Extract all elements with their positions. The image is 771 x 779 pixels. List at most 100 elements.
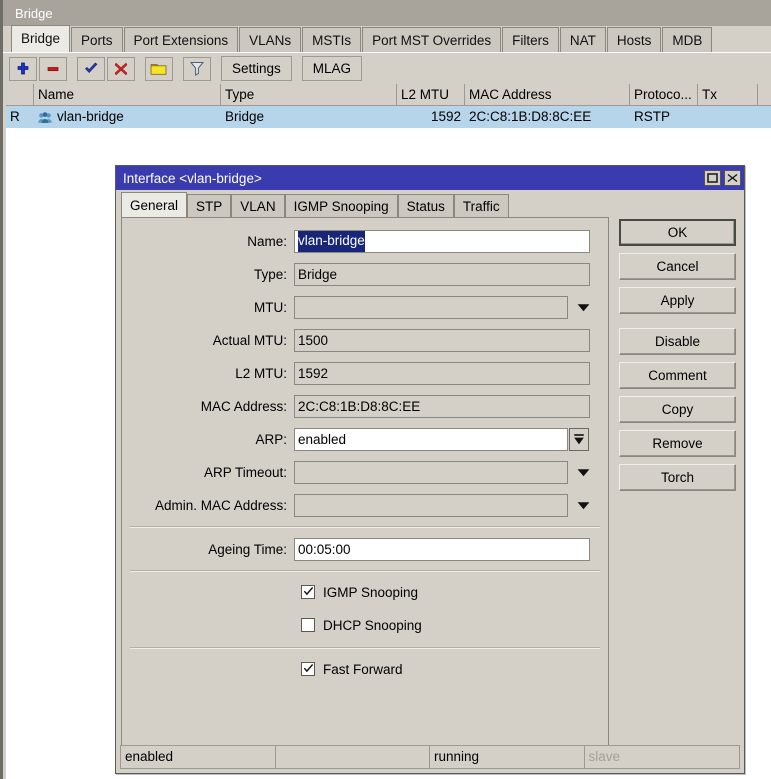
list-header[interactable]: Name Type L2 MTU MAC Address Protoco... Tx <box>6 84 771 106</box>
cell-mac: 2C:C8:1B:D8:8C:EE <box>469 109 592 124</box>
input-actual-mtu: 1500 <box>294 328 590 352</box>
dialog-statusbar: enabled running slave <box>120 745 740 769</box>
field-row-l2-mtu: L2 MTU: 1592 <box>122 361 608 385</box>
column-header-type[interactable]: Type <box>221 84 397 105</box>
window-titlebar: Bridge <box>3 0 771 26</box>
ok-button[interactable]: OK <box>619 219 736 246</box>
label-l2-mtu: L2 MTU: <box>235 365 287 381</box>
field-row-arp: ARP: enabled <box>122 427 608 451</box>
checkbox-label-fast-forward: Fast Forward <box>323 661 403 677</box>
fast-forward-checkbox-group: Fast Forward <box>122 658 608 680</box>
field-row-type: Type: Bridge <box>122 262 608 286</box>
label-actual-mtu: Actual MTU: <box>212 332 287 348</box>
maximize-button[interactable] <box>704 170 721 186</box>
filter-button[interactable] <box>183 56 211 81</box>
comment-button[interactable]: Comment <box>619 362 736 389</box>
input-l2-mtu: 1592 <box>294 361 590 385</box>
column-header-flag[interactable] <box>6 84 34 105</box>
label-mac-address: MAC Address: <box>200 398 287 414</box>
input-name[interactable]: vlan-bridge <box>294 229 590 253</box>
close-button[interactable] <box>724 170 741 186</box>
dialog-titlebar[interactable]: Interface <vlan-bridge> <box>116 166 744 190</box>
bridge-icon <box>38 109 52 128</box>
dialog-tab-general[interactable]: General <box>121 192 188 218</box>
main-tabstrip[interactable]: Bridge Ports Port Extensions VLANs MSTIs Port… <box>3 25 771 53</box>
add-button[interactable] <box>9 56 37 81</box>
disable-button[interactable] <box>107 56 135 81</box>
input-type: Bridge <box>294 262 590 286</box>
chevron-down-icon[interactable] <box>572 296 594 319</box>
dropdown-button[interactable] <box>569 427 589 451</box>
input-mac-address: 2C:C8:1B:D8:8C:EE <box>294 394 590 418</box>
dialog-tabstrip[interactable]: General STP VLAN IGMP Snooping Status Traffic <box>121 192 611 218</box>
chevron-down-icon[interactable] <box>572 461 594 484</box>
ageing-time-label: Ageing Time: <box>208 541 287 557</box>
dialog-body: General STP VLAN IGMP Snooping Status Traffic… <box>116 190 744 773</box>
tab-ports[interactable]: Ports <box>71 27 123 52</box>
disable-button[interactable]: Disable <box>619 328 736 355</box>
column-header-mac[interactable]: MAC Address <box>465 84 630 105</box>
table-row[interactable]: Rvlan-bridge Bridge 1592 2C:C8:1B:D8:8C:EE R… <box>6 106 771 128</box>
cell-name: vlan-bridge <box>34 106 221 128</box>
interface-dialog: Interface <vlan-bridge> General STP VLAN IG… <box>115 165 745 774</box>
dialog-tab-status[interactable]: Status <box>397 194 454 218</box>
tab-port-mst-overrides[interactable]: Port MST Overrides <box>362 27 502 52</box>
checkmark-glyph <box>303 664 313 673</box>
input-arp[interactable]: enabled <box>294 427 568 451</box>
checkbox-label-igmp-snooping: IGMP Snooping <box>323 584 419 600</box>
button-group-divider <box>619 321 736 328</box>
remove-button[interactable]: Remove <box>619 430 736 457</box>
cell-text-name: vlan-bridge <box>57 109 124 124</box>
column-header-name[interactable]: Name <box>34 84 221 105</box>
apply-button[interactable]: Apply <box>619 287 736 314</box>
label-arp: ARP: <box>255 431 287 447</box>
cancel-button[interactable]: Cancel <box>619 253 736 280</box>
status-cell-3: slave <box>583 745 740 769</box>
tab-mstis[interactable]: MSTIs <box>302 27 362 52</box>
input-mtu <box>294 295 568 319</box>
dialog-tab-igmp-snooping[interactable]: IGMP Snooping <box>284 194 398 218</box>
checkbox-dhcp-snooping[interactable] <box>301 618 315 632</box>
column-header-tx[interactable]: Tx <box>698 84 758 105</box>
chevron-down-icon[interactable] <box>572 494 594 517</box>
maximize-icon <box>707 173 718 183</box>
settings-button[interactable]: Settings <box>221 56 292 81</box>
tab-nat[interactable]: NAT <box>559 27 606 52</box>
column-header-l2mtu[interactable]: L2 MTU <box>397 84 465 105</box>
checkbox-fast-forward[interactable] <box>301 662 315 676</box>
checkbox-igmp-snooping[interactable] <box>301 585 315 599</box>
tab-bridge[interactable]: Bridge <box>11 25 71 52</box>
checkbox-row-fast-forward[interactable]: Fast Forward <box>122 658 608 680</box>
dialog-tab-vlan[interactable]: VLAN <box>231 194 285 218</box>
tab-filters[interactable]: Filters <box>502 27 559 52</box>
checkbox-row-dhcp-snooping[interactable]: DHCP Snooping <box>122 614 608 636</box>
mlag-button[interactable]: MLAG <box>301 56 363 81</box>
dialog-tab-traffic[interactable]: Traffic <box>453 194 509 218</box>
torch-button[interactable]: Torch <box>619 464 736 491</box>
comment-button[interactable] <box>145 56 173 81</box>
field-row-arp-timeout: ARP Timeout: <box>122 460 608 484</box>
general-panel: Name: vlan-bridge Type: Bridge MTU: Actual MT… <box>121 217 609 752</box>
checkbox-row-igmp-snooping[interactable]: IGMP Snooping <box>122 581 608 603</box>
tab-port-extensions[interactable]: Port Extensions <box>123 27 239 52</box>
cell-tx <box>698 106 758 128</box>
column-header-protocol[interactable]: Protoco... <box>630 84 698 105</box>
ageing-time-input[interactable]: 00:05:00 <box>294 537 590 561</box>
field-row-admin-mac-address: Admin. MAC Address: <box>122 493 608 517</box>
tab-hosts[interactable]: Hosts <box>606 27 662 52</box>
tab-vlans[interactable]: VLANs <box>239 27 302 52</box>
tab-mdb[interactable]: MDB <box>662 27 713 52</box>
dialog-tab-stp[interactable]: STP <box>187 194 232 218</box>
label-name: Name: <box>247 233 287 249</box>
copy-button[interactable]: Copy <box>619 396 736 423</box>
enable-button[interactable] <box>77 56 105 81</box>
cell-flag: R <box>10 109 20 124</box>
remove-button[interactable] <box>39 56 67 81</box>
label-arp-timeout: ARP Timeout: <box>203 464 287 480</box>
field-row-actual-mtu: Actual MTU: 1500 <box>122 328 608 352</box>
label-type: Type: <box>253 266 287 282</box>
input-arp-timeout <box>294 460 568 484</box>
divider-1 <box>130 526 600 528</box>
ageing-time-row: Ageing Time: 00:05:00 <box>122 537 608 561</box>
x-cross-icon <box>114 62 128 75</box>
